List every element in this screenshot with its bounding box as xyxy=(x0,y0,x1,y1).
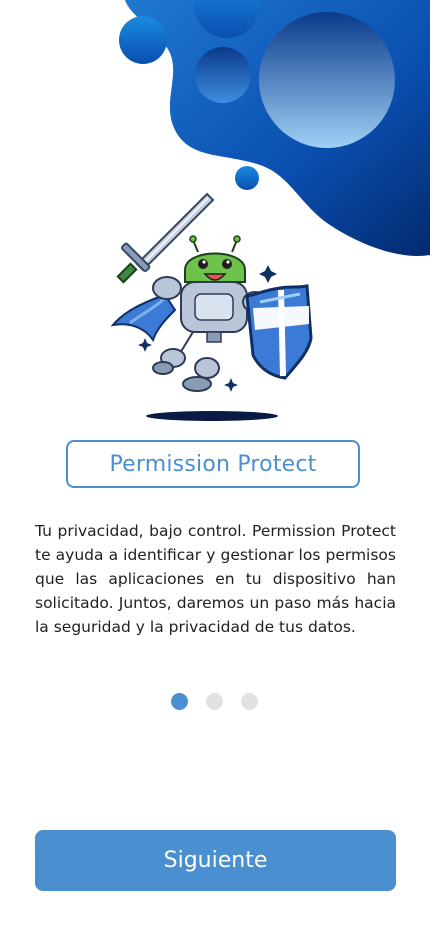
page-dot-1[interactable] xyxy=(171,693,188,710)
page-dot-2[interactable] xyxy=(206,693,223,710)
page-dot-3[interactable] xyxy=(241,693,258,710)
app-title: Permission Protect xyxy=(109,451,317,477)
page-indicator xyxy=(171,693,258,710)
app-title-box: Permission Protect xyxy=(66,440,360,488)
android-knight-illustration xyxy=(110,192,313,421)
onboarding-description: Tu privacidad, bajo control. Permission … xyxy=(35,522,396,636)
next-button[interactable]: Siguiente xyxy=(35,830,396,891)
